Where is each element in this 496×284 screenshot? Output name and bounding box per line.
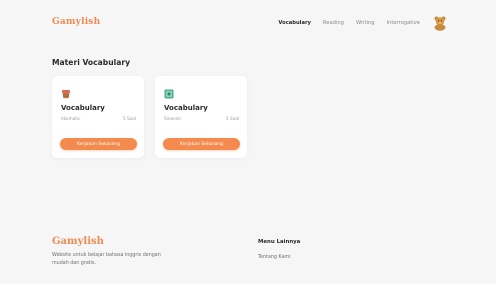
footer-brand-logo[interactable]: Gamylish bbox=[52, 236, 104, 247]
nav-interrogative[interactable]: Interrogative bbox=[387, 20, 421, 26]
material-card: Vocabulary Sinonim 5 Soal Kerjakan Sekar… bbox=[155, 76, 247, 158]
green-square-icon bbox=[164, 84, 174, 99]
footer-link-about[interactable]: Tentang Kami bbox=[258, 255, 291, 260]
basket-icon bbox=[61, 84, 71, 99]
main-nav: Vocabulary Reading Writing Interrogative bbox=[266, 13, 448, 33]
start-now-button[interactable]: Kerjakan Sekarang bbox=[60, 138, 137, 150]
card-title: Vocabulary bbox=[61, 104, 105, 112]
bear-avatar-icon[interactable] bbox=[432, 15, 448, 31]
footer-menu-title: Menu Lainnya bbox=[258, 239, 301, 245]
footer: Gamylish Website untuk belajar bahasa in… bbox=[0, 230, 496, 284]
top-navbar: Gamylish Vocabulary Reading Writing Inte… bbox=[0, 0, 496, 46]
nav-vocabulary[interactable]: Vocabulary bbox=[278, 20, 311, 26]
card-subtitle: Idiomatic bbox=[61, 116, 81, 121]
question-count: 5 Soal bbox=[226, 116, 239, 121]
page: Gamylish Vocabulary Reading Writing Inte… bbox=[0, 0, 496, 284]
footer-description: Website untuk belajar bahasa inggris den… bbox=[52, 253, 161, 266]
page-title: Materi Vocabulary bbox=[52, 58, 131, 67]
material-card: Vocabulary Idiomatic 5 Soal Kerjakan Sek… bbox=[52, 76, 144, 158]
nav-writing[interactable]: Writing bbox=[356, 20, 375, 26]
brand-logo[interactable]: Gamylish bbox=[52, 17, 100, 27]
card-title: Vocabulary bbox=[164, 104, 208, 112]
card-subtitle: Sinonim bbox=[164, 116, 181, 121]
start-now-button[interactable]: Kerjakan Sekarang bbox=[163, 138, 240, 150]
question-count: 5 Soal bbox=[123, 116, 136, 121]
nav-reading[interactable]: Reading bbox=[323, 20, 344, 26]
